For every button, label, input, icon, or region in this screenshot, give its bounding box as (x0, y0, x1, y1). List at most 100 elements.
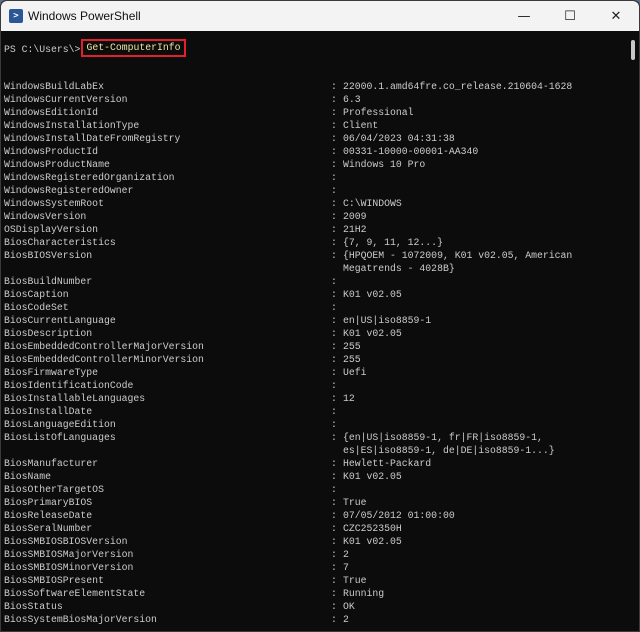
separator: : (331, 276, 337, 287)
close-button[interactable]: ✕ (593, 1, 639, 31)
separator: : (331, 458, 337, 469)
maximize-button[interactable]: ☐ (547, 1, 593, 31)
property-value: 22000.1.amd64fre.co_release.210604-1628 (343, 81, 573, 92)
scrollbar-thumb[interactable] (631, 40, 635, 60)
info-row: WindowsEditionId: Professional (4, 106, 625, 119)
property-value: Running (343, 588, 385, 599)
info-row: BiosSoftwareElementState: Running (4, 587, 625, 600)
property-name: BiosName (4, 471, 52, 482)
property-value-continued: es|ES|iso8859-1, de|DE|iso8859-1...} (343, 445, 555, 456)
separator: : (331, 536, 337, 547)
separator: : (331, 146, 337, 157)
separator: : (331, 185, 337, 196)
separator: : (331, 198, 337, 209)
property-value: C:\WINDOWS (343, 198, 402, 209)
property-value: OK (343, 601, 355, 612)
separator: : (331, 367, 337, 378)
property-value: 255 (343, 341, 361, 352)
info-row: BiosSMBIOSBIOSVersion: K01 v02.05 (4, 535, 625, 548)
info-row: WindowsProductId:00331-10000-00001-AA340 (4, 145, 625, 158)
property-value: True (343, 497, 367, 508)
property-value: 07/05/2012 01:00:00 (343, 510, 455, 521)
property-value: 06/04/2023 04:31:38 (343, 133, 455, 144)
info-row: BiosReleaseDate:07/05/2012 01:00:00 (4, 509, 625, 522)
property-value: 00331-10000-00001-AA340 (343, 146, 479, 157)
info-row: BiosManufacturer: Hewlett-Packard (4, 457, 625, 470)
separator: : (331, 575, 337, 586)
separator: : (331, 406, 337, 417)
property-value: Hewlett-Packard (343, 458, 432, 469)
prompt-line: PS C:\Users\> Get-ComputerInfo (4, 39, 625, 57)
info-row: BiosCodeSet: (4, 301, 625, 314)
info-row: BiosSystemBiosMajorVersion:2 (4, 613, 625, 626)
property-name: BiosInstallDate (4, 406, 93, 417)
property-name: OSDisplayVersion (4, 224, 99, 235)
computer-info-list: WindowsBuildLabEx:22000.1.amd64fre.co_re… (4, 80, 625, 626)
info-row: BiosCharacteristics: {7, 9, 11, 12...} (4, 236, 625, 249)
separator: : (331, 393, 337, 404)
terminal-output[interactable]: PS C:\Users\> Get-ComputerInfo WindowsBui… (4, 39, 625, 626)
property-name: WindowsProductId (4, 146, 99, 157)
separator: : (331, 523, 337, 534)
separator: : (331, 107, 337, 118)
info-row: BiosSeralNumber: CZC252350H (4, 522, 625, 535)
property-value-continued: Megatrends - 4028B} (343, 263, 455, 274)
property-name: BiosManufacturer (4, 458, 99, 469)
window-title: Windows PowerShell (28, 9, 141, 23)
separator: : (331, 211, 337, 222)
separator: : (331, 315, 337, 326)
property-value: 2009 (343, 211, 367, 222)
property-name: BiosSMBIOSMajorVersion (4, 549, 134, 560)
separator: : (331, 94, 337, 105)
info-row: BiosDescription: K01 v02.05 (4, 327, 625, 340)
property-name: BiosEmbeddedControllerMajorVersion (4, 341, 204, 352)
property-name: BiosLanguageEdition (4, 419, 116, 430)
separator: : (331, 133, 337, 144)
property-name: WindowsInstallationType (4, 120, 140, 131)
separator: : (331, 497, 337, 508)
powershell-window: > Windows PowerShell — ☐ ✕ PS C:\Users\>… (0, 0, 640, 632)
separator: : (331, 354, 337, 365)
separator: : (331, 471, 337, 482)
info-row: WindowsVersion:2009 (4, 210, 625, 223)
info-row: BiosFirmwareType: Uefi (4, 366, 625, 379)
info-row: BiosListOfLanguages: {en|US|iso8859-1, fr… (4, 431, 625, 444)
property-value: 12 (343, 393, 355, 404)
property-value: 7 (343, 562, 349, 573)
scrollbar[interactable] (627, 31, 639, 631)
command-highlight: Get-ComputerInfo (81, 39, 186, 57)
property-value: Professional (343, 107, 414, 118)
info-row: BiosSMBIOSPresent: True (4, 574, 625, 587)
property-name: BiosEmbeddedControllerMinorVersion (4, 354, 204, 365)
minimize-button[interactable]: — (501, 1, 547, 31)
title-bar[interactable]: > Windows PowerShell — ☐ ✕ (1, 1, 639, 31)
property-value: en|US|iso8859-1 (343, 315, 432, 326)
info-row: WindowsCurrentVersion:6.3 (4, 93, 625, 106)
property-value: K01 v02.05 (343, 289, 402, 300)
property-name: BiosBuildNumber (4, 276, 93, 287)
property-value: 2 (343, 614, 349, 625)
info-row: BiosOtherTargetOS: (4, 483, 625, 496)
property-value: K01 v02.05 (343, 328, 402, 339)
property-value: CZC252350H (343, 523, 402, 534)
info-row-continuation: es|ES|iso8859-1, de|DE|iso8859-1...} (4, 444, 625, 457)
property-name: WindowsVersion (4, 211, 87, 222)
property-name: BiosSeralNumber (4, 523, 93, 534)
info-row: BiosStatus: OK (4, 600, 625, 613)
property-value: K01 v02.05 (343, 471, 402, 482)
property-name: WindowsSystemRoot (4, 198, 104, 209)
property-name: WindowsInstallDateFromRegistry (4, 133, 181, 144)
info-row: BiosSMBIOSMinorVersion:7 (4, 561, 625, 574)
info-row-continuation: Megatrends - 4028B} (4, 262, 625, 275)
property-name: BiosDescription (4, 328, 93, 339)
property-value: {7, 9, 11, 12...} (343, 237, 443, 248)
property-name: WindowsEditionId (4, 107, 99, 118)
separator: : (331, 614, 337, 625)
separator: : (331, 328, 337, 339)
property-value: 255 (343, 354, 361, 365)
property-name: BiosCurrentLanguage (4, 315, 116, 326)
property-name: BiosInstallableLanguages (4, 393, 146, 404)
separator: : (331, 81, 337, 92)
info-row: BiosBuildNumber: (4, 275, 625, 288)
property-value: Client (343, 120, 379, 131)
